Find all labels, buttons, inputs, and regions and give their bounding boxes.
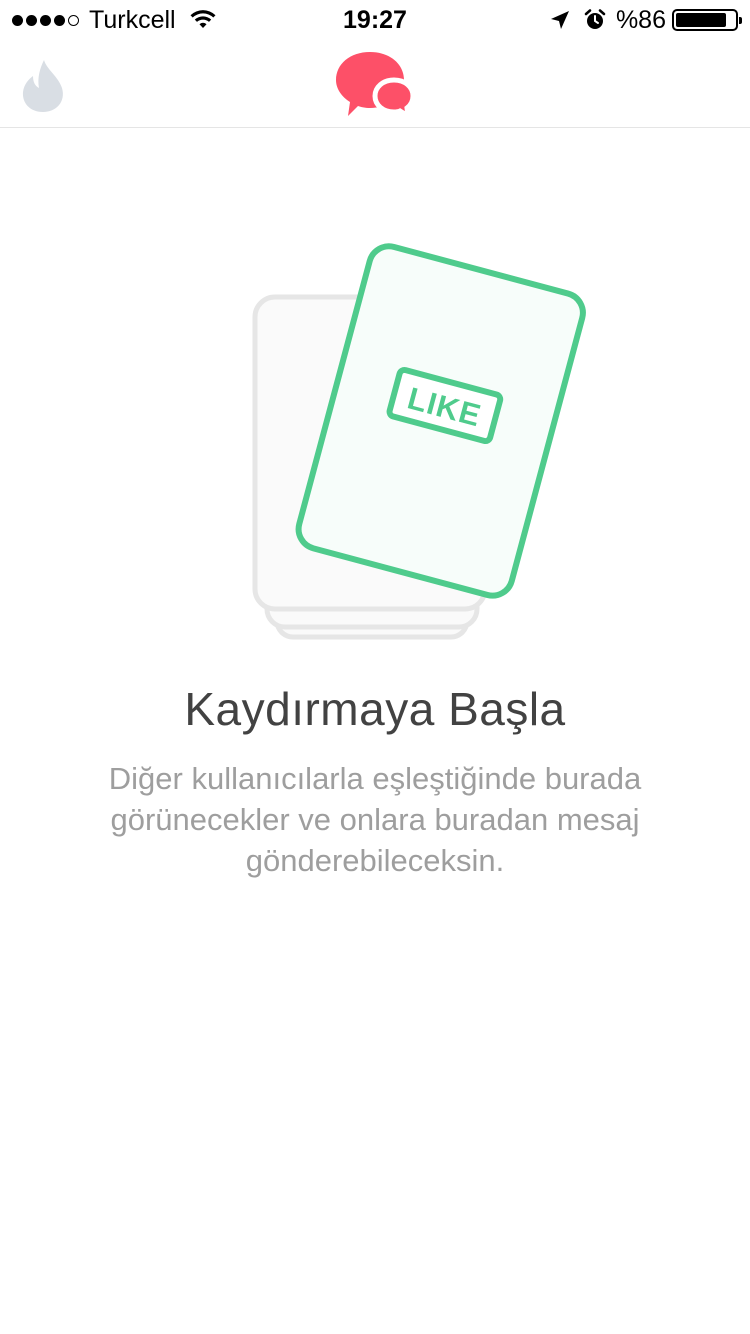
battery-fill [676, 13, 726, 27]
empty-state-title: Kaydırmaya Başla [184, 683, 566, 735]
matches-screen: Turkcell 19:27 %86 LIKE Kaydırmaya Başla… [0, 0, 750, 1334]
empty-state-description: Diğer kullanıcılarla eşleştiğinde burada… [108, 761, 642, 878]
battery-nub [739, 17, 742, 24]
chat-bubbles-icon[interactable] [334, 50, 416, 122]
battery-percentage: %86 [615, 6, 666, 34]
status-bar: Turkcell 19:27 %86 [0, 0, 750, 40]
battery-icon [672, 9, 742, 31]
alarm-clock-icon [584, 9, 606, 29]
swipe-cards-illustration: LIKE [252, 243, 586, 640]
status-right: %86 [550, 6, 742, 34]
location-arrow-icon [550, 11, 569, 29]
flame-icon[interactable] [20, 58, 66, 114]
top-nav-bar [0, 40, 750, 128]
